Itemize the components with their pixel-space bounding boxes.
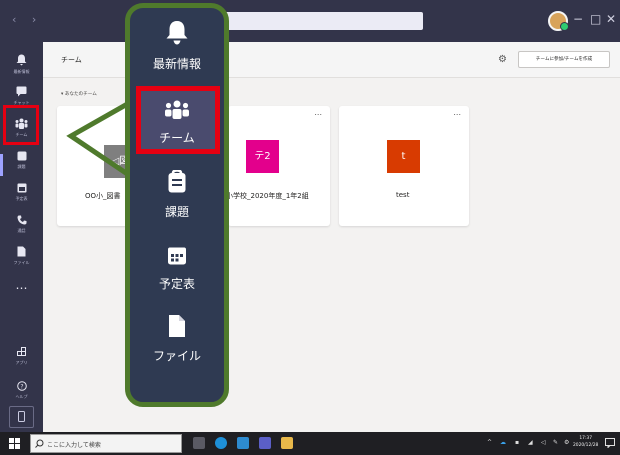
rail-highlight-box: [3, 105, 39, 145]
edge-icon[interactable]: [215, 437, 227, 449]
store-icon[interactable]: [237, 437, 249, 449]
taskbar-clock[interactable]: 17:37 2020/12/28: [573, 435, 598, 449]
rail-label: 通話: [17, 228, 26, 233]
help-icon: ?: [0, 380, 43, 394]
rail-item-calls[interactable]: 通話: [0, 210, 43, 242]
close-button[interactable]: ✕: [606, 12, 616, 26]
notification-icon[interactable]: [605, 438, 615, 448]
teams-taskbar-icon[interactable]: [259, 437, 271, 449]
team-card[interactable]: ... テ2 小学校_2020年度_1年2組: [226, 106, 330, 226]
taskbar: ここに入力して検索 ^ ☁ ▪ ◢ ◁ ✎ ⚙ 17:37 2020/12/28: [0, 432, 620, 455]
rail-item-more[interactable]: …: [0, 274, 43, 306]
team-card[interactable]: ... t test: [339, 106, 469, 226]
clock-time: 17:37: [579, 436, 592, 441]
overlay-item-assignments[interactable]: 課題: [130, 169, 224, 220]
onedrive-icon[interactable]: ☁: [500, 439, 506, 446]
gear-icon[interactable]: ⚙: [498, 54, 507, 65]
back-forward-arrows[interactable]: ‹ ›: [12, 13, 42, 26]
rail-label: 課題: [17, 164, 26, 169]
teams-icon: [130, 100, 224, 124]
rail-item-activity[interactable]: 最新情報: [0, 50, 43, 82]
file-icon: [0, 246, 43, 260]
more-icon: …: [15, 278, 28, 292]
device-icon: [18, 411, 25, 422]
apps-icon: [0, 346, 43, 360]
overlay-label: 課題: [164, 205, 189, 219]
your-teams-label: ▾ あなたのチーム: [61, 92, 97, 97]
calendar-icon: [0, 182, 43, 196]
overlay-label: チーム: [159, 131, 195, 145]
team-name: OO小_図書: [85, 192, 121, 200]
avatar[interactable]: [548, 11, 569, 31]
rail-item-apps[interactable]: アプリ: [0, 342, 43, 374]
search-placeholder: ここに入力して検索: [47, 442, 101, 449]
clock-date: 2020/12/28: [573, 443, 599, 448]
settings-tray-icon[interactable]: ⚙: [564, 439, 569, 446]
rail-item-files[interactable]: ファイル: [0, 242, 43, 274]
rail-item-calendar[interactable]: 予定表: [0, 178, 43, 210]
page-title: チーム: [61, 56, 82, 64]
assignments-icon: [0, 150, 43, 164]
tray-chevron-icon[interactable]: ^: [487, 439, 492, 446]
rail-label: 予定表: [15, 196, 28, 201]
chat-icon: [0, 86, 43, 100]
calendar-icon: [130, 246, 224, 270]
network-icon[interactable]: ▪: [515, 439, 519, 446]
app-rail: 最新情報 チャット チーム 課題 予定表 通話 ファイル … アプリ ? ヘルプ: [0, 42, 43, 432]
title-bar: ‹ › − □ ✕: [0, 0, 620, 42]
team-tile: t: [387, 140, 420, 173]
more-options-icon[interactable]: ...: [453, 108, 461, 117]
more-options-icon[interactable]: ...: [314, 108, 322, 117]
rail-label: ヘルプ: [15, 394, 28, 399]
maximize-button[interactable]: □: [590, 12, 601, 26]
phone-icon: [0, 214, 43, 228]
rail-item-help[interactable]: ? ヘルプ: [0, 376, 43, 408]
rail-label: 最新情報: [13, 69, 30, 74]
task-view-icon[interactable]: [193, 437, 205, 449]
search-input[interactable]: [208, 12, 423, 30]
rail-label: ファイル: [13, 260, 30, 265]
rail-label: アプリ: [15, 360, 28, 365]
overlay-label: 予定表: [158, 277, 195, 291]
tile-text: テ2: [254, 151, 271, 162]
overlay-label: 最新情報: [152, 57, 201, 71]
overlay-item-teams[interactable]: チーム: [130, 100, 224, 146]
minimize-button[interactable]: −: [573, 12, 583, 26]
bell-icon: [130, 20, 224, 50]
overlay-item-calendar[interactable]: 予定表: [130, 246, 224, 292]
wifi-icon[interactable]: ◢: [528, 439, 533, 446]
team-tile: テ2: [246, 140, 279, 173]
pen-icon[interactable]: ✎: [553, 439, 558, 446]
windows-start-icon[interactable]: [9, 438, 20, 449]
overlay-label: ファイル: [152, 349, 201, 363]
assignments-icon: [130, 169, 224, 198]
team-name: 小学校_2020年度_1年2組: [226, 192, 309, 200]
search-icon: [35, 439, 44, 448]
svg-text:?: ?: [20, 384, 23, 391]
taskbar-search-input[interactable]: ここに入力して検索: [30, 434, 182, 453]
bell-icon: [0, 54, 43, 69]
team-name: test: [396, 191, 410, 199]
rail-item-assignments[interactable]: 課題: [0, 146, 43, 178]
overlay-item-files[interactable]: ファイル: [130, 314, 224, 364]
overlay-item-activity[interactable]: 最新情報: [130, 20, 224, 72]
volume-icon[interactable]: ◁: [541, 439, 546, 446]
file-icon: [130, 314, 224, 342]
device-button[interactable]: [9, 406, 34, 428]
file-explorer-icon[interactable]: [281, 437, 293, 449]
tile-text: t: [401, 151, 406, 162]
join-create-team-button[interactable]: チームに参加/チームを作成: [518, 51, 610, 68]
